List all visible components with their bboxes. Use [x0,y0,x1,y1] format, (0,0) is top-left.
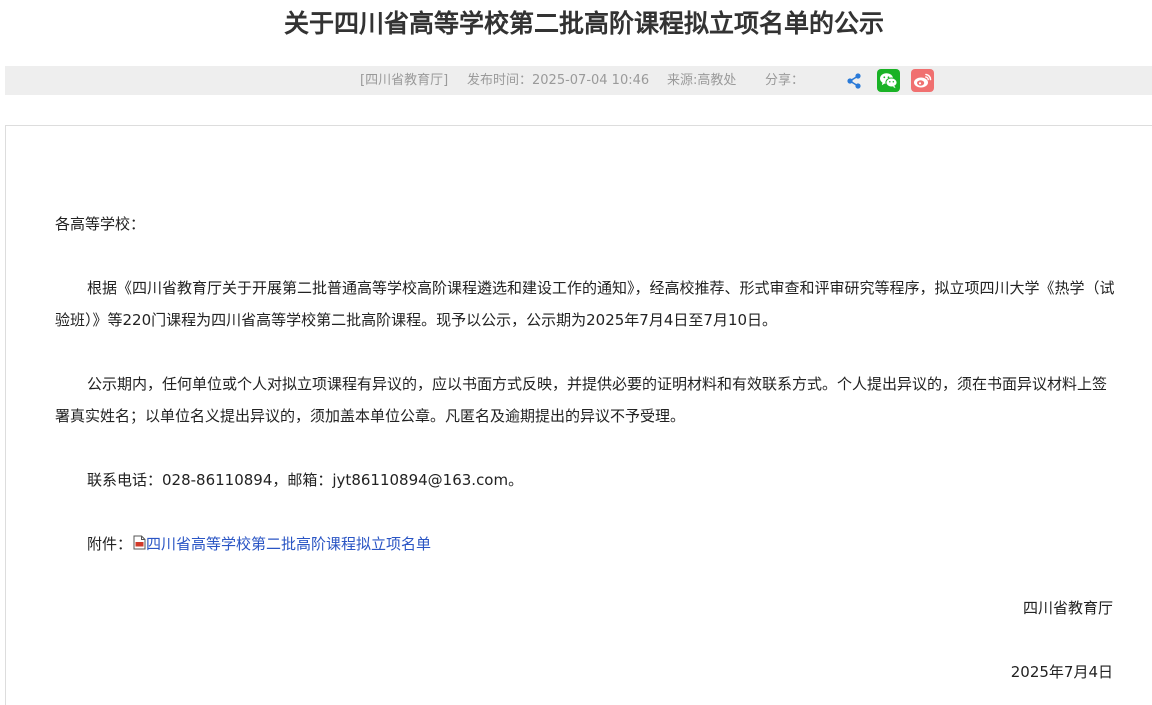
meta-source: 来源:高教处 [667,73,737,88]
meta-share-label: 分享： [765,73,805,88]
wechat-icon [880,73,898,89]
page-title: 关于四川省高等学校第二批高阶课程拟立项名单的公示 [283,9,884,38]
share-weibo-button[interactable] [911,69,934,92]
pdf-file-icon [133,535,146,550]
signature-org: 四川省教育厅 [1022,599,1113,617]
attachment-link[interactable]: 四川省高等学校第二批高阶课程拟立项名单 [146,535,431,553]
contact-info: 联系电话：028-86110894，邮箱：jyt86110894@163.com… [87,471,524,489]
weibo-icon [914,73,932,88]
share-wechat-button[interactable] [877,69,900,92]
paragraph-2: 公示期内，任何单位或个人对拟立项课程有异议的，应以书面方式反映，并提供必要的证明… [55,375,1108,425]
meta-publisher: [四川省教育厅] [360,73,449,88]
share-button[interactable] [842,69,865,92]
attachment-line: 附件： 四川省高等学校第二批高阶课程拟立项名单 [55,528,1115,560]
paragraph-1: 根据《四川省教育厅关于开展第二批普通高等学校高阶课程遴选和建设工作的通知》，经高… [55,279,1115,329]
article-meta-bar: [四川省教育厅] 发布时间：2025-07-04 10:46 来源:高教处 分享… [5,66,1152,95]
share-icon [846,72,861,89]
signature-date: 2025年7月4日 [1010,663,1113,681]
attachment-label: 附件： [87,535,133,553]
greeting: 各高等学校： [55,215,146,233]
meta-publish-time: 发布时间：2025-07-04 10:46 [467,73,650,88]
